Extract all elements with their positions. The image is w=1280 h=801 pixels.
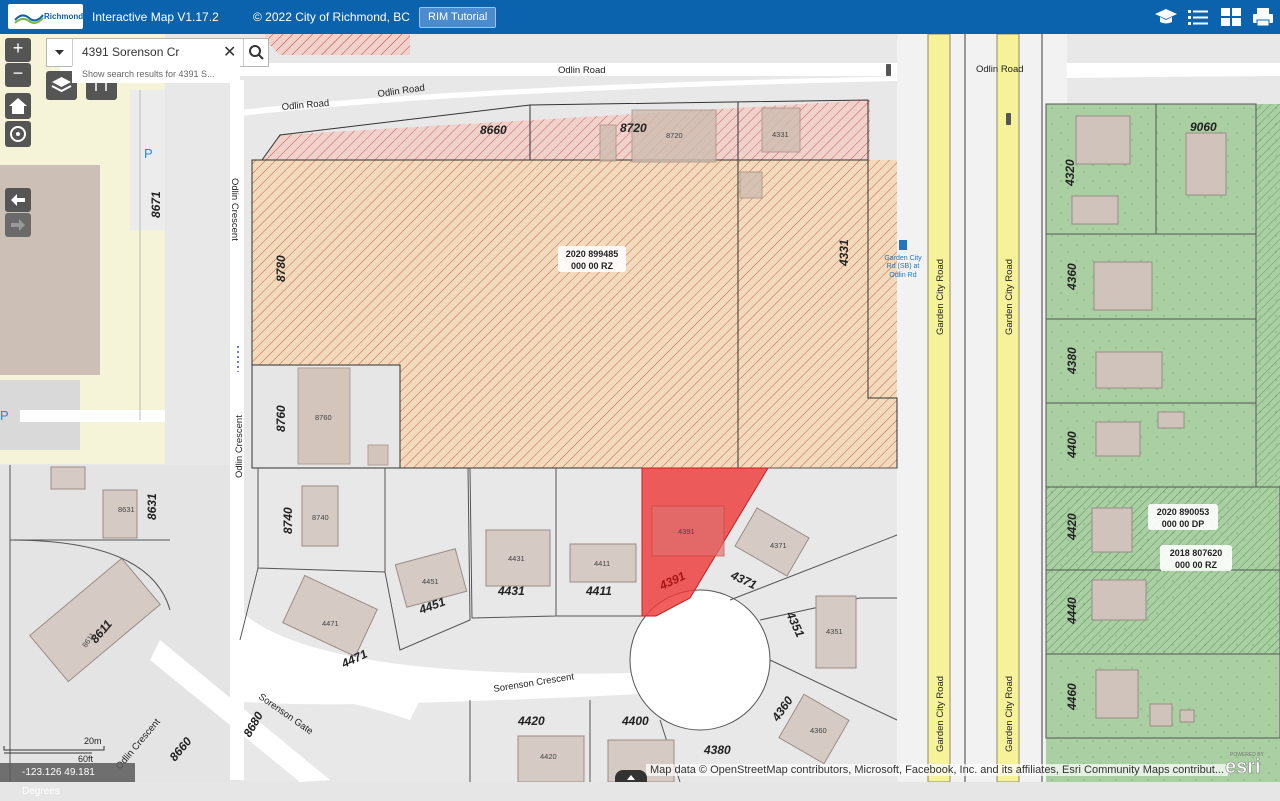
arrow-left-icon — [11, 194, 25, 206]
building-label: 4451 — [422, 577, 439, 586]
street-label: Odlin Crescent — [229, 178, 240, 241]
svg-text:2018 807620: 2018 807620 — [1170, 548, 1223, 558]
home-button[interactable] — [5, 93, 31, 119]
svg-text:Garden City: Garden City — [884, 255, 922, 262]
search-source-dropdown[interactable] — [47, 39, 73, 66]
chevron-up-icon — [627, 775, 635, 780]
print-icon[interactable] — [1251, 6, 1275, 28]
building-label: 4471 — [322, 619, 339, 628]
parcel-label: 4380 — [1065, 347, 1079, 375]
locate-icon — [10, 126, 26, 142]
search-box: 4391 Sorenson Cr ✕ — [46, 38, 269, 67]
street-label: Garden City Road — [935, 259, 946, 335]
svg-text:2020 899485: 2020 899485 — [566, 249, 619, 259]
parcel-label: 8720 — [620, 121, 647, 135]
back-button[interactable] — [5, 188, 31, 212]
parcel-label: 8780 — [274, 255, 288, 282]
parcel-label: 4400 — [1065, 431, 1079, 459]
logo-wave-icon — [14, 14, 44, 24]
parcel-label: 4460 — [1065, 683, 1079, 711]
building-label: 4331 — [772, 130, 789, 139]
parcel-label: 4420 — [517, 714, 545, 728]
coordinates-readout: -123.126 49.181 Degrees — [0, 763, 135, 797]
building-label: 4360 — [810, 726, 827, 735]
svg-text:000 00 DP: 000 00 DP — [1162, 519, 1205, 529]
parcel-label: 4320 — [1063, 159, 1077, 187]
svg-text:Rd (SB) at: Rd (SB) at — [887, 263, 920, 270]
parcel-label: 4431 — [497, 584, 525, 598]
building-label: 4431 — [508, 554, 525, 563]
parcel-label: 8671 — [149, 191, 163, 218]
app-title: Interactive Map V1.17.2 — [92, 10, 219, 24]
search-button[interactable] — [243, 39, 269, 66]
search-input[interactable]: 4391 Sorenson Cr — [82, 45, 179, 59]
parcel-label: 4360 — [1065, 263, 1079, 291]
parking-label: P — [144, 146, 153, 161]
richmond-logo[interactable]: Richmond — [8, 4, 83, 29]
parcel-label: 4400 — [621, 714, 649, 728]
forward-button[interactable] — [5, 213, 31, 237]
logo-text: Richmond — [44, 12, 84, 21]
attribution-toggle[interactable] — [615, 770, 647, 782]
rim-tutorial-button[interactable]: RIM Tutorial — [419, 7, 497, 28]
app-header: Richmond Interactive Map V1.17.2 © 2022 … — [0, 0, 1280, 34]
building-label: 8720 — [666, 131, 683, 140]
svg-text:000 00 RZ: 000 00 RZ — [571, 261, 614, 271]
esri-logo: POWERED BY esri — [1225, 752, 1264, 778]
parcel-label: 4380 — [703, 743, 731, 757]
list-icon[interactable] — [1186, 6, 1210, 28]
graduation-cap-icon[interactable] — [1154, 6, 1178, 28]
street-label: Garden City Road — [1004, 259, 1015, 335]
parcel-label: 8760 — [274, 405, 288, 432]
parcel-label: 4331 — [837, 239, 851, 267]
parcel-label: 4440 — [1065, 597, 1079, 625]
building-label: 8740 — [312, 513, 329, 522]
parcel-label: 8631 — [145, 493, 159, 520]
parcel-label: 9060 — [1190, 120, 1217, 134]
zoning-label-dp: 2020 890053 000 00 DP — [1148, 504, 1218, 530]
street-label: Garden City Road — [1004, 676, 1015, 752]
street-label: Odlin Crescent — [234, 415, 245, 478]
building-label: 8631 — [118, 505, 135, 514]
building-label: 4420 — [540, 752, 557, 761]
svg-text:Odlin Rd: Odlin Rd — [889, 272, 916, 279]
arrow-right-icon — [11, 219, 25, 231]
parcel-label: 8740 — [281, 507, 295, 534]
building-label: 4391 — [678, 527, 695, 536]
svg-text:000 00 RZ: 000 00 RZ — [1175, 560, 1218, 570]
search-icon — [249, 45, 264, 60]
attribution: Map data © OpenStreetMap contributors, M… — [646, 764, 1229, 776]
street-label: Odlin Road — [976, 64, 1024, 75]
bus-stop-label: Garden City Rd (SB) at Odlin Rd — [884, 255, 922, 279]
search-hint[interactable]: Show search results for 4391 S... — [72, 66, 240, 83]
chevron-down-icon — [55, 50, 64, 55]
building-label: 4371 — [770, 541, 787, 550]
parcel-label: 4420 — [1065, 513, 1079, 541]
clear-icon[interactable]: ✕ — [223, 42, 236, 62]
svg-text:2020 890053: 2020 890053 — [1157, 507, 1210, 517]
parcel-label: 8660 — [480, 123, 507, 137]
parking-label: P — [0, 408, 9, 423]
building-label: 4351 — [826, 627, 843, 636]
zoning-label-rz-main: 2020 899485 000 00 RZ — [558, 246, 626, 272]
zoning-label-rz-right: 2018 807620 000 00 RZ — [1160, 545, 1232, 571]
building-label: 4411 — [594, 559, 610, 568]
building-label: 8760 — [315, 413, 332, 422]
street-label: Odlin Road — [558, 65, 606, 76]
grid-icon[interactable] — [1219, 6, 1243, 28]
zoom-in-button[interactable]: + — [5, 38, 31, 62]
map-canvas[interactable]: P P Odlin Road Odlin Road Odlin Road Odl… — [0, 34, 1280, 782]
home-icon — [9, 98, 27, 114]
street-label: Garden City Road — [935, 676, 946, 752]
locate-button[interactable] — [5, 121, 31, 147]
svg-text:20m: 20m — [84, 736, 102, 746]
copyright: © 2022 City of Richmond, BC — [253, 10, 410, 24]
zoom-out-button[interactable]: − — [5, 63, 31, 87]
parcel-label: 4411 — [585, 584, 612, 598]
